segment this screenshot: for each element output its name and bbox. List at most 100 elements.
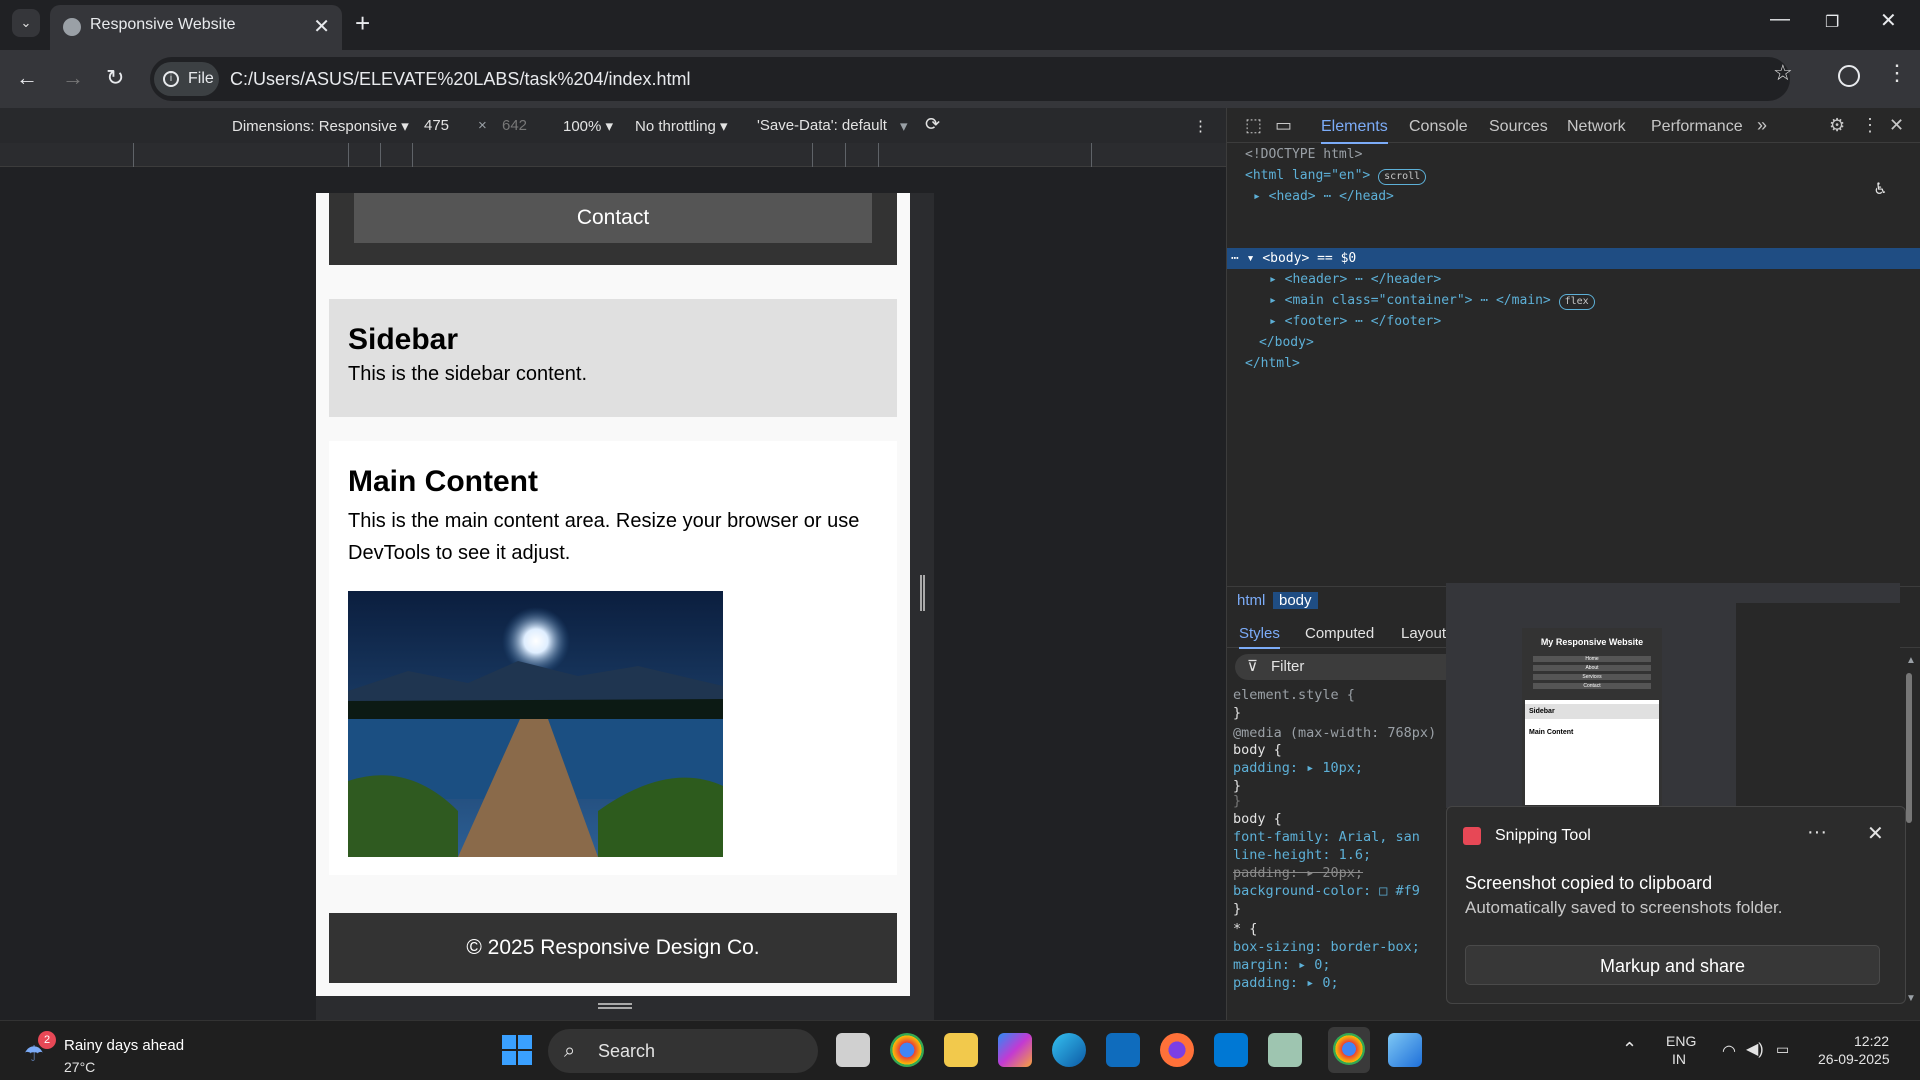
css-line[interactable]: * { <box>1233 920 1257 938</box>
tab-styles[interactable]: Styles <box>1239 625 1280 649</box>
device-toolbar: Dimensions: Responsive ▾ 475 × 642 100% … <box>0 108 1226 143</box>
css-line[interactable]: line-height: 1.6; <box>1233 846 1371 864</box>
css-line[interactable]: element.style { <box>1233 686 1355 704</box>
outlook-icon[interactable] <box>1106 1033 1140 1067</box>
reload-icon[interactable]: ↻ <box>106 65 124 91</box>
save-data-dropdown[interactable]: 'Save-Data': default <box>757 117 887 134</box>
scroll-badge[interactable]: scroll <box>1378 169 1427 185</box>
windows-start-icon[interactable] <box>500 1033 534 1067</box>
inspect-icon[interactable]: ⬚ <box>1245 115 1262 136</box>
file-explorer-icon[interactable] <box>944 1033 978 1067</box>
tab-network[interactable]: Network <box>1567 118 1626 136</box>
dom-head[interactable]: ▸ <head> ⋯ </head> <box>1253 187 1394 207</box>
lang-eng[interactable]: ENG <box>1666 1033 1696 1049</box>
copilot-icon[interactable] <box>998 1033 1032 1067</box>
tray-overflow-icon[interactable]: ⌃ <box>1622 1039 1637 1060</box>
dom-html-open[interactable]: <html lang="en"> scroll <box>1245 166 1427 186</box>
tab-computed[interactable]: Computed <box>1305 625 1374 642</box>
battery-icon[interactable]: ▭ <box>1776 1041 1789 1058</box>
more-tabs-icon[interactable]: » <box>1757 115 1767 136</box>
tab-layout[interactable]: Layout <box>1401 625 1446 642</box>
rotate-icon[interactable]: ⟳ <box>925 114 940 135</box>
tab-console[interactable]: Console <box>1409 118 1468 136</box>
forward-icon[interactable]: → <box>62 65 84 91</box>
markup-and-share-button[interactable]: Markup and share <box>1465 945 1880 985</box>
media-query-ruler[interactable] <box>0 143 1226 167</box>
css-line[interactable]: padding: ▸ 20px; <box>1233 864 1363 882</box>
file-label: File <box>188 70 214 87</box>
window-close-icon[interactable]: ✕ <box>1880 8 1897 33</box>
tab-close-button[interactable]: ✕ <box>313 14 330 39</box>
devtools-close-icon[interactable]: ✕ <box>1889 115 1904 136</box>
css-line[interactable]: body { <box>1233 810 1282 828</box>
notification-close-icon[interactable]: ✕ <box>1867 821 1884 846</box>
height-input[interactable]: 642 <box>502 117 527 134</box>
nav-contact-link[interactable]: Contact <box>354 193 872 243</box>
clock-time[interactable]: 12:22 <box>1854 1033 1889 1049</box>
lang-in[interactable]: IN <box>1672 1051 1686 1067</box>
screenshot-thumbnail[interactable]: My Responsive Website Home About Service… <box>1446 583 1900 808</box>
dom-doctype[interactable]: <!DOCTYPE html> <box>1245 145 1362 165</box>
notification-more-icon[interactable]: ··· <box>1807 821 1827 844</box>
resize-handle-horizontal[interactable] <box>598 1003 632 1009</box>
tab-performance[interactable]: Performance <box>1651 118 1743 136</box>
styles-scrollbar[interactable]: ▲ ▼ <box>1904 655 1916 1005</box>
device-toolbar-more-icon[interactable]: ⋮ <box>1193 117 1208 135</box>
back-icon[interactable]: ← <box>16 65 38 91</box>
browser-tab[interactable]: Responsive Website ✕ <box>50 5 342 50</box>
settings-gear-icon[interactable]: ⚙ <box>1829 115 1845 136</box>
photos-icon[interactable] <box>1388 1033 1422 1067</box>
browser-menu-icon[interactable]: ⋮ <box>1886 60 1908 86</box>
volume-icon[interactable]: ◀) <box>1746 1039 1764 1059</box>
site-info-chip[interactable]: i File <box>154 62 219 96</box>
dom-main[interactable]: ▸ <main class="container"> ⋯ </main> fle… <box>1269 291 1595 311</box>
edge-icon[interactable] <box>1052 1033 1086 1067</box>
css-line[interactable]: background-color: □ #f9 <box>1233 882 1420 900</box>
breadcrumb-html[interactable]: html <box>1237 592 1265 609</box>
throttling-dropdown[interactable]: No throttling ▾ <box>635 117 728 135</box>
app-icon[interactable] <box>1268 1033 1302 1067</box>
task-view-icon[interactable] <box>836 1033 870 1067</box>
firefox-icon[interactable] <box>1160 1033 1194 1067</box>
tab-search-chevron-icon[interactable]: ⌄ <box>12 9 40 37</box>
css-line[interactable]: padding: ▸ 10px; <box>1233 759 1363 777</box>
chrome-active-icon[interactable] <box>1328 1027 1370 1073</box>
vscode-icon[interactable] <box>1214 1033 1248 1067</box>
css-line[interactable]: font-family: Arial, san <box>1233 828 1420 846</box>
url-text[interactable]: C:/Users/ASUS/ELEVATE%20LABS/task%204/in… <box>230 69 691 90</box>
devtools-menu-icon[interactable]: ⋮ <box>1861 115 1879 136</box>
taskbar-search[interactable]: ⌕ Search <box>548 1029 818 1073</box>
css-line[interactable]: box-sizing: border-box; <box>1233 938 1420 956</box>
taskbar: ☂ 2 Rainy days ahead 27°C ⌕ Search ⌃ ENG… <box>0 1020 1920 1080</box>
tab-elements[interactable]: Elements <box>1321 118 1388 144</box>
styles-filter-input[interactable]: ⊽ Filter <box>1235 654 1475 680</box>
device-toggle-icon[interactable]: ▭ <box>1275 115 1292 136</box>
flex-badge[interactable]: flex <box>1558 294 1595 310</box>
address-bar[interactable]: i File C:/Users/ASUS/ELEVATE%20LABS/task… <box>150 57 1790 101</box>
dom-html-close[interactable]: </html> <box>1245 354 1300 374</box>
tab-sources[interactable]: Sources <box>1489 118 1548 136</box>
breadcrumb-body[interactable]: body <box>1273 592 1318 609</box>
css-line[interactable]: padding: ▸ 0; <box>1233 974 1339 992</box>
dom-body[interactable]: ⋯ ▾ <body> == $0 <box>1231 249 1356 269</box>
bookmark-star-icon[interactable]: ☆ <box>1773 60 1793 86</box>
chrome-icon[interactable] <box>890 1033 924 1067</box>
minimize-icon[interactable]: — <box>1770 8 1790 31</box>
restore-icon[interactable]: ❐ <box>1825 12 1839 32</box>
zoom-dropdown[interactable]: 100% ▾ <box>563 117 613 135</box>
css-line[interactable]: margin: ▸ 0; <box>1233 956 1331 974</box>
profile-icon[interactable] <box>1838 65 1860 87</box>
snipping-tool-icon <box>1463 827 1481 845</box>
clock-date[interactable]: 26-09-2025 <box>1818 1051 1890 1067</box>
new-tab-button[interactable]: + <box>355 8 370 39</box>
accessibility-icon[interactable]: ♿ <box>1875 179 1886 199</box>
dimensions-dropdown[interactable]: Dimensions: Responsive ▾ <box>232 117 409 135</box>
dom-footer[interactable]: ▸ <footer> ⋯ </footer> <box>1269 312 1441 332</box>
dom-body-close[interactable]: </body> <box>1259 333 1314 353</box>
resize-handle-vertical[interactable] <box>920 575 925 611</box>
wifi-icon[interactable]: ◠ <box>1722 1041 1736 1061</box>
dom-header[interactable]: ▸ <header> ⋯ </header> <box>1269 270 1441 290</box>
sidebar-title: Sidebar <box>348 323 459 356</box>
width-input[interactable]: 475 <box>424 117 449 134</box>
css-line[interactable]: body { <box>1233 741 1282 759</box>
